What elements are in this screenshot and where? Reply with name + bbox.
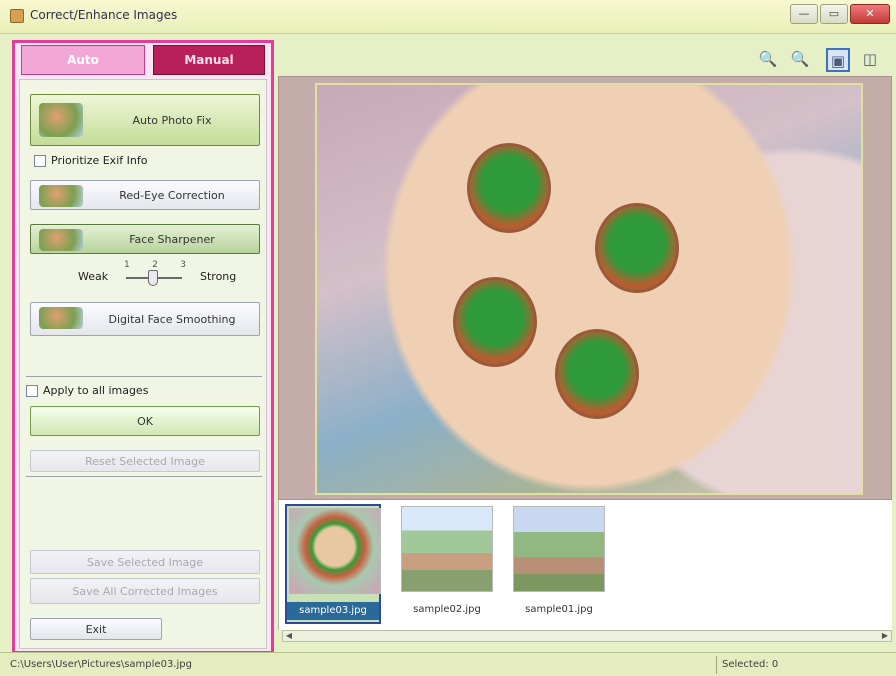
detected-face — [555, 329, 639, 419]
thumbnail-caption: sample03.jpg — [287, 602, 379, 620]
exit-button[interactable]: Exit — [30, 618, 162, 640]
red-eye-correction-button[interactable]: Red-Eye Correction — [30, 180, 260, 210]
tab-auto[interactable]: Auto — [21, 45, 145, 75]
reset-label: Reset Selected Image — [85, 454, 205, 468]
reset-selected-image-button[interactable]: Reset Selected Image — [30, 450, 260, 472]
checkbox-box — [34, 154, 46, 167]
app-icon — [10, 9, 24, 23]
slider-ticks: 1 2 3 — [124, 260, 186, 270]
window-controls: — ▭ ✕ — [790, 4, 890, 24]
apply-all-checkbox[interactable]: Apply to all images — [26, 384, 148, 397]
view-whole-image-icon[interactable]: ▣ — [826, 48, 850, 72]
thumbnail-image — [401, 506, 493, 592]
thumbnail-item[interactable]: sample03.jpg — [285, 504, 381, 624]
slider-handle[interactable] — [148, 270, 158, 286]
thumbnail-image — [513, 506, 605, 592]
face-sharpener-icon — [39, 229, 83, 251]
zoom-in-icon[interactable]: 🔍 — [756, 48, 780, 72]
maximize-button[interactable]: ▭ — [820, 4, 848, 24]
exit-label: Exit — [85, 622, 107, 636]
preview-toolbar: 🔍 🔍 ▣ ◫ — [278, 40, 892, 76]
auto-photo-fix-icon — [39, 103, 83, 137]
title-bar: Correct/Enhance Images — ▭ ✕ — [0, 0, 896, 34]
red-eye-label: Red-Eye Correction — [119, 188, 225, 202]
checkbox-box — [26, 384, 38, 397]
selected-count: Selected: 0 — [722, 659, 779, 670]
sharpness-slider: Weak 1 2 3 Strong — [34, 260, 260, 290]
digital-face-smoothing-button[interactable]: Digital Face Smoothing — [30, 302, 260, 336]
file-path: C:\Users\User\Pictures\sample03.jpg — [10, 659, 192, 670]
face-sharpener-button[interactable]: Face Sharpener — [30, 224, 260, 254]
save-all-label: Save All Corrected Images — [72, 584, 218, 598]
weak-label: Weak — [78, 270, 109, 283]
auto-photo-fix-button[interactable]: Auto Photo Fix — [30, 94, 260, 146]
scroll-left-icon[interactable]: ◀ — [283, 630, 295, 642]
status-separator — [716, 656, 717, 674]
auto-photo-fix-label: Auto Photo Fix — [132, 113, 212, 127]
scroll-right-icon[interactable]: ▶ — [879, 630, 891, 642]
preview-image — [315, 83, 863, 495]
face-smoothing-icon — [39, 307, 83, 329]
save-selected-image-button[interactable]: Save Selected Image — [30, 550, 260, 574]
red-eye-icon — [39, 185, 83, 207]
compare-view-icon[interactable]: ◫ — [858, 48, 882, 72]
tab-manual[interactable]: Manual — [153, 45, 265, 75]
divider — [26, 476, 262, 477]
prioritize-exif-checkbox[interactable]: Prioritize Exif Info — [34, 154, 147, 167]
thumbnail-scrollbar[interactable]: ◀ ▶ — [282, 630, 892, 642]
tick-1: 1 — [124, 260, 130, 270]
window-title: Correct/Enhance Images — [30, 8, 178, 22]
divider — [26, 376, 262, 377]
save-all-corrected-images-button[interactable]: Save All Corrected Images — [30, 578, 260, 604]
strong-label: Strong — [200, 270, 237, 283]
face-smoothing-label: Digital Face Smoothing — [108, 312, 236, 326]
auto-panel-body: Auto Photo Fix Prioritize Exif Info Red-… — [19, 79, 267, 649]
preview-area — [278, 76, 892, 500]
close-button[interactable]: ✕ — [850, 4, 890, 24]
ok-label: OK — [137, 414, 153, 428]
thumbnail-caption: sample01.jpg — [525, 604, 593, 615]
thumbnail-item[interactable]: sample01.jpg — [511, 504, 607, 624]
detected-face — [467, 143, 551, 233]
apply-all-label: Apply to all images — [43, 384, 149, 397]
face-sharpener-label: Face Sharpener — [129, 232, 215, 246]
mode-tabs: Auto Manual — [15, 43, 271, 77]
thumbnail-image — [289, 508, 381, 594]
prioritize-exif-label: Prioritize Exif Info — [51, 154, 148, 167]
status-bar: C:\Users\User\Pictures\sample03.jpg Sele… — [0, 652, 896, 676]
tick-2: 2 — [152, 260, 158, 270]
ok-button[interactable]: OK — [30, 406, 260, 436]
correction-panel: Auto Manual Auto Photo Fix Prioritize Ex… — [12, 40, 274, 654]
save-selected-label: Save Selected Image — [86, 555, 204, 569]
thumbnail-caption: sample02.jpg — [413, 604, 481, 615]
detected-face — [595, 203, 679, 293]
thumbnail-strip: sample03.jpg sample02.jpg sample01.jpg — [278, 500, 892, 630]
zoom-out-icon[interactable]: 🔍 — [788, 48, 812, 72]
tick-3: 3 — [180, 260, 186, 270]
minimize-button[interactable]: — — [790, 4, 818, 24]
thumbnail-item[interactable]: sample02.jpg — [399, 504, 495, 624]
detected-face — [453, 277, 537, 367]
